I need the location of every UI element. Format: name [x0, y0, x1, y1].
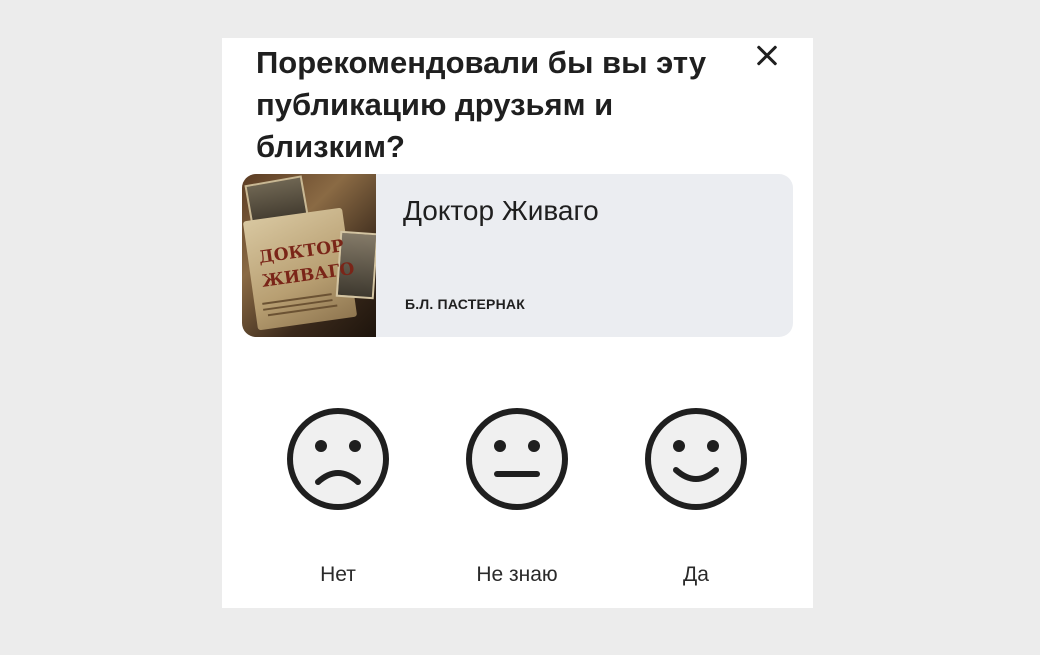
rating-unsure-button[interactable]: Не знаю — [442, 406, 592, 596]
book-card[interactable]: ДОКТОР ЖИВАГО Доктор Живаго Б.Л. ПАСТЕРН… — [242, 174, 793, 337]
book-author: Б.Л. ПАСТЕРНАК — [405, 296, 525, 312]
neutral-face-icon — [466, 408, 568, 510]
rating-no-button[interactable]: Нет — [263, 406, 413, 596]
rating-unsure-label: Не знаю — [476, 563, 558, 586]
rating-yes-button[interactable]: Да — [621, 406, 771, 596]
recommend-dialog: Порекомендовали бы вы эту публикацию дру… — [222, 38, 813, 608]
close-icon[interactable] — [752, 40, 784, 72]
rating-yes-label: Да — [683, 563, 709, 586]
rating-no-label: Нет — [320, 563, 356, 586]
happy-face-icon — [645, 408, 747, 510]
book-cover: ДОКТОР ЖИВАГО — [242, 174, 376, 337]
question-title: Порекомендовали бы вы эту публикацию дру… — [256, 45, 707, 164]
book-title: Доктор Живаго — [403, 195, 599, 226]
sad-face-icon — [287, 408, 389, 510]
